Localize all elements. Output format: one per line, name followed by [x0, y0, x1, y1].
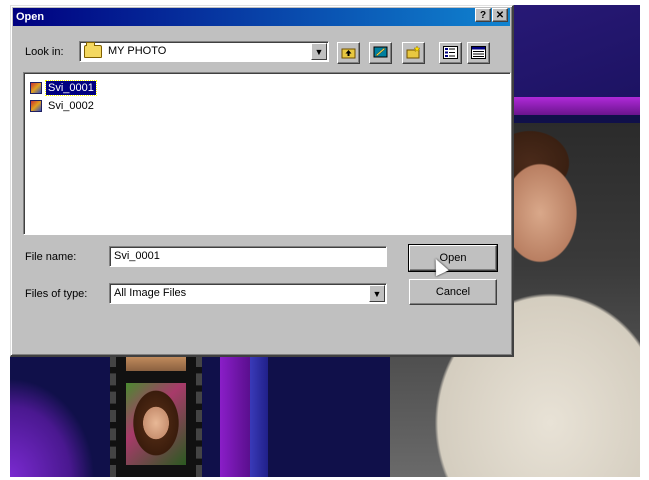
files-of-type-label: Files of type:: [25, 288, 88, 300]
desktop-button[interactable]: [369, 42, 392, 64]
help-button[interactable]: ?: [475, 8, 491, 22]
file-name-label: File name:: [25, 251, 77, 263]
file-list[interactable]: Svi_0001 Svi_0002: [23, 72, 511, 235]
background-blue-strip: [250, 355, 268, 477]
look-in-combo[interactable]: MY PHOTO ▼: [79, 41, 329, 62]
dialog-title: Open: [16, 11, 45, 23]
look-in-label: Look in:: [25, 46, 64, 58]
open-button[interactable]: Open: [408, 244, 498, 272]
files-of-type-select[interactable]: All Image Files ▼: [109, 283, 387, 304]
desktop-icon: [373, 46, 388, 59]
close-button[interactable]: ✕: [492, 8, 508, 22]
file-name-value: Svi_0001: [114, 250, 160, 262]
details-view-icon: [471, 46, 486, 59]
new-folder-icon: [406, 45, 421, 59]
file-name-input[interactable]: Svi_0001: [109, 246, 387, 267]
folder-icon: [84, 42, 102, 58]
image-file-icon: [30, 100, 42, 112]
up-folder-button[interactable]: [337, 42, 360, 64]
up-folder-icon: [341, 46, 356, 59]
list-view-icon: [443, 46, 458, 59]
background-purple-bar: [510, 97, 640, 115]
files-of-type-value: All Image Files: [114, 287, 187, 299]
file-item-label: Svi_0001: [45, 80, 97, 96]
file-item-label: Svi_0002: [48, 100, 94, 112]
background-purple-strip: [220, 355, 250, 477]
cancel-button[interactable]: Cancel: [409, 279, 497, 305]
look-in-value: MY PHOTO: [108, 45, 167, 57]
filmstrip-thumbnail[interactable]: [126, 355, 186, 371]
new-folder-button[interactable]: [402, 42, 425, 64]
dialog-title-bar[interactable]: Open: [13, 8, 510, 26]
image-file-icon: [30, 82, 42, 94]
chevron-down-icon[interactable]: ▼: [311, 43, 327, 60]
chevron-down-icon[interactable]: ▼: [369, 285, 385, 302]
filmstrip: [110, 355, 202, 477]
details-view-button[interactable]: [467, 42, 490, 64]
list-view-button[interactable]: [439, 42, 462, 64]
filmstrip-thumbnail-woman[interactable]: [126, 383, 186, 465]
open-dialog: Open ? ✕ Look in: MY PHOTO ▼ Svi_0001 Sv…: [10, 5, 514, 357]
